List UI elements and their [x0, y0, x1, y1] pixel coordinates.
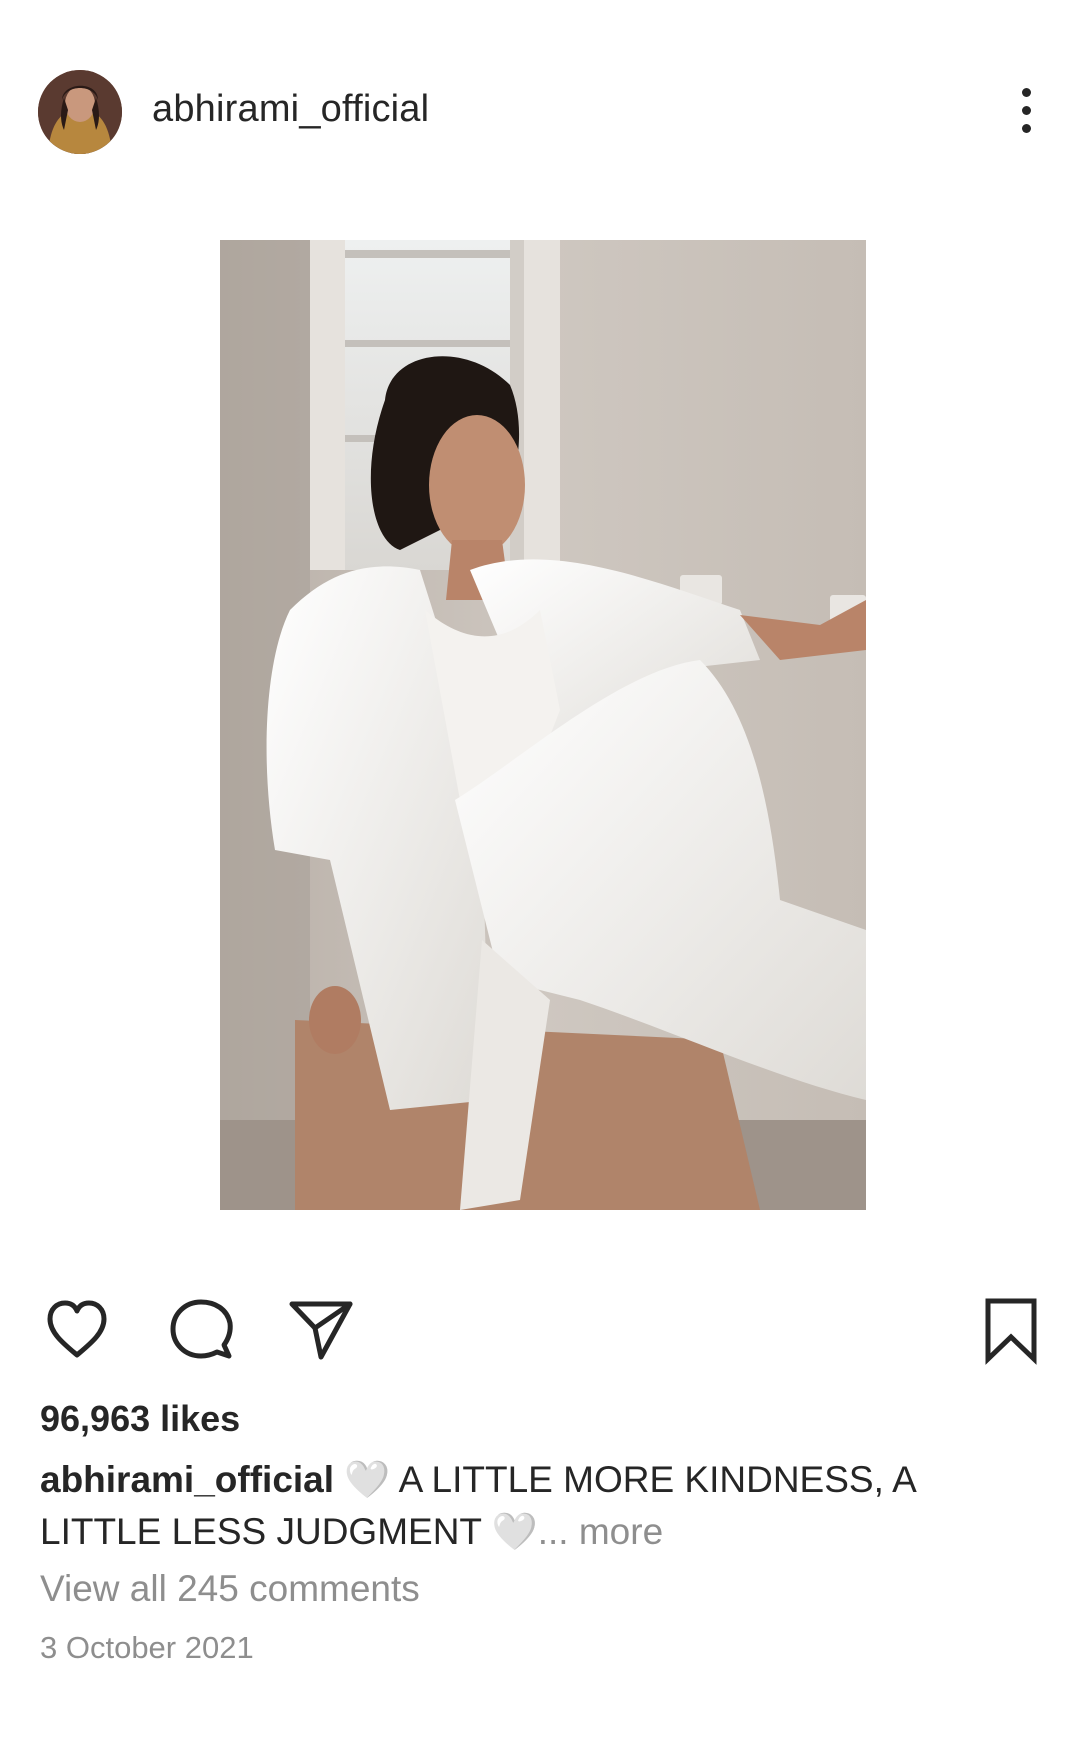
instagram-post: abhirami_official 96,963 likes abhirami_…	[0, 0, 1080, 1745]
avatar[interactable]	[38, 70, 122, 154]
post-header: abhirami_official	[0, 56, 1080, 166]
bookmark-icon[interactable]	[976, 1295, 1046, 1365]
likes-count[interactable]: 96,963 likes	[40, 1398, 240, 1440]
action-bar	[0, 1295, 1080, 1365]
more-dot	[1021, 105, 1031, 115]
white-heart-emoji: 🤍	[344, 1459, 391, 1500]
caption: abhirami_official 🤍 A LITTLE MORE KINDNE…	[40, 1454, 1040, 1558]
view-comments-link[interactable]: View all 245 comments	[40, 1568, 420, 1610]
post-username[interactable]: abhirami_official	[152, 88, 429, 131]
white-heart-emoji: 🤍	[491, 1511, 538, 1552]
caption-username[interactable]: abhirami_official	[40, 1459, 334, 1500]
post-photo-image	[220, 240, 866, 1210]
more-options-icon[interactable]	[1000, 80, 1052, 140]
more-dot	[1021, 123, 1031, 133]
post-photo[interactable]	[220, 240, 866, 1210]
share-icon[interactable]	[286, 1295, 356, 1365]
heart-icon[interactable]	[42, 1295, 112, 1365]
avatar-image	[38, 70, 122, 154]
more-dot	[1021, 87, 1031, 97]
comment-icon[interactable]	[166, 1295, 236, 1365]
post-date: 3 October 2021	[40, 1630, 254, 1665]
caption-more-link[interactable]: ... more	[538, 1511, 663, 1552]
